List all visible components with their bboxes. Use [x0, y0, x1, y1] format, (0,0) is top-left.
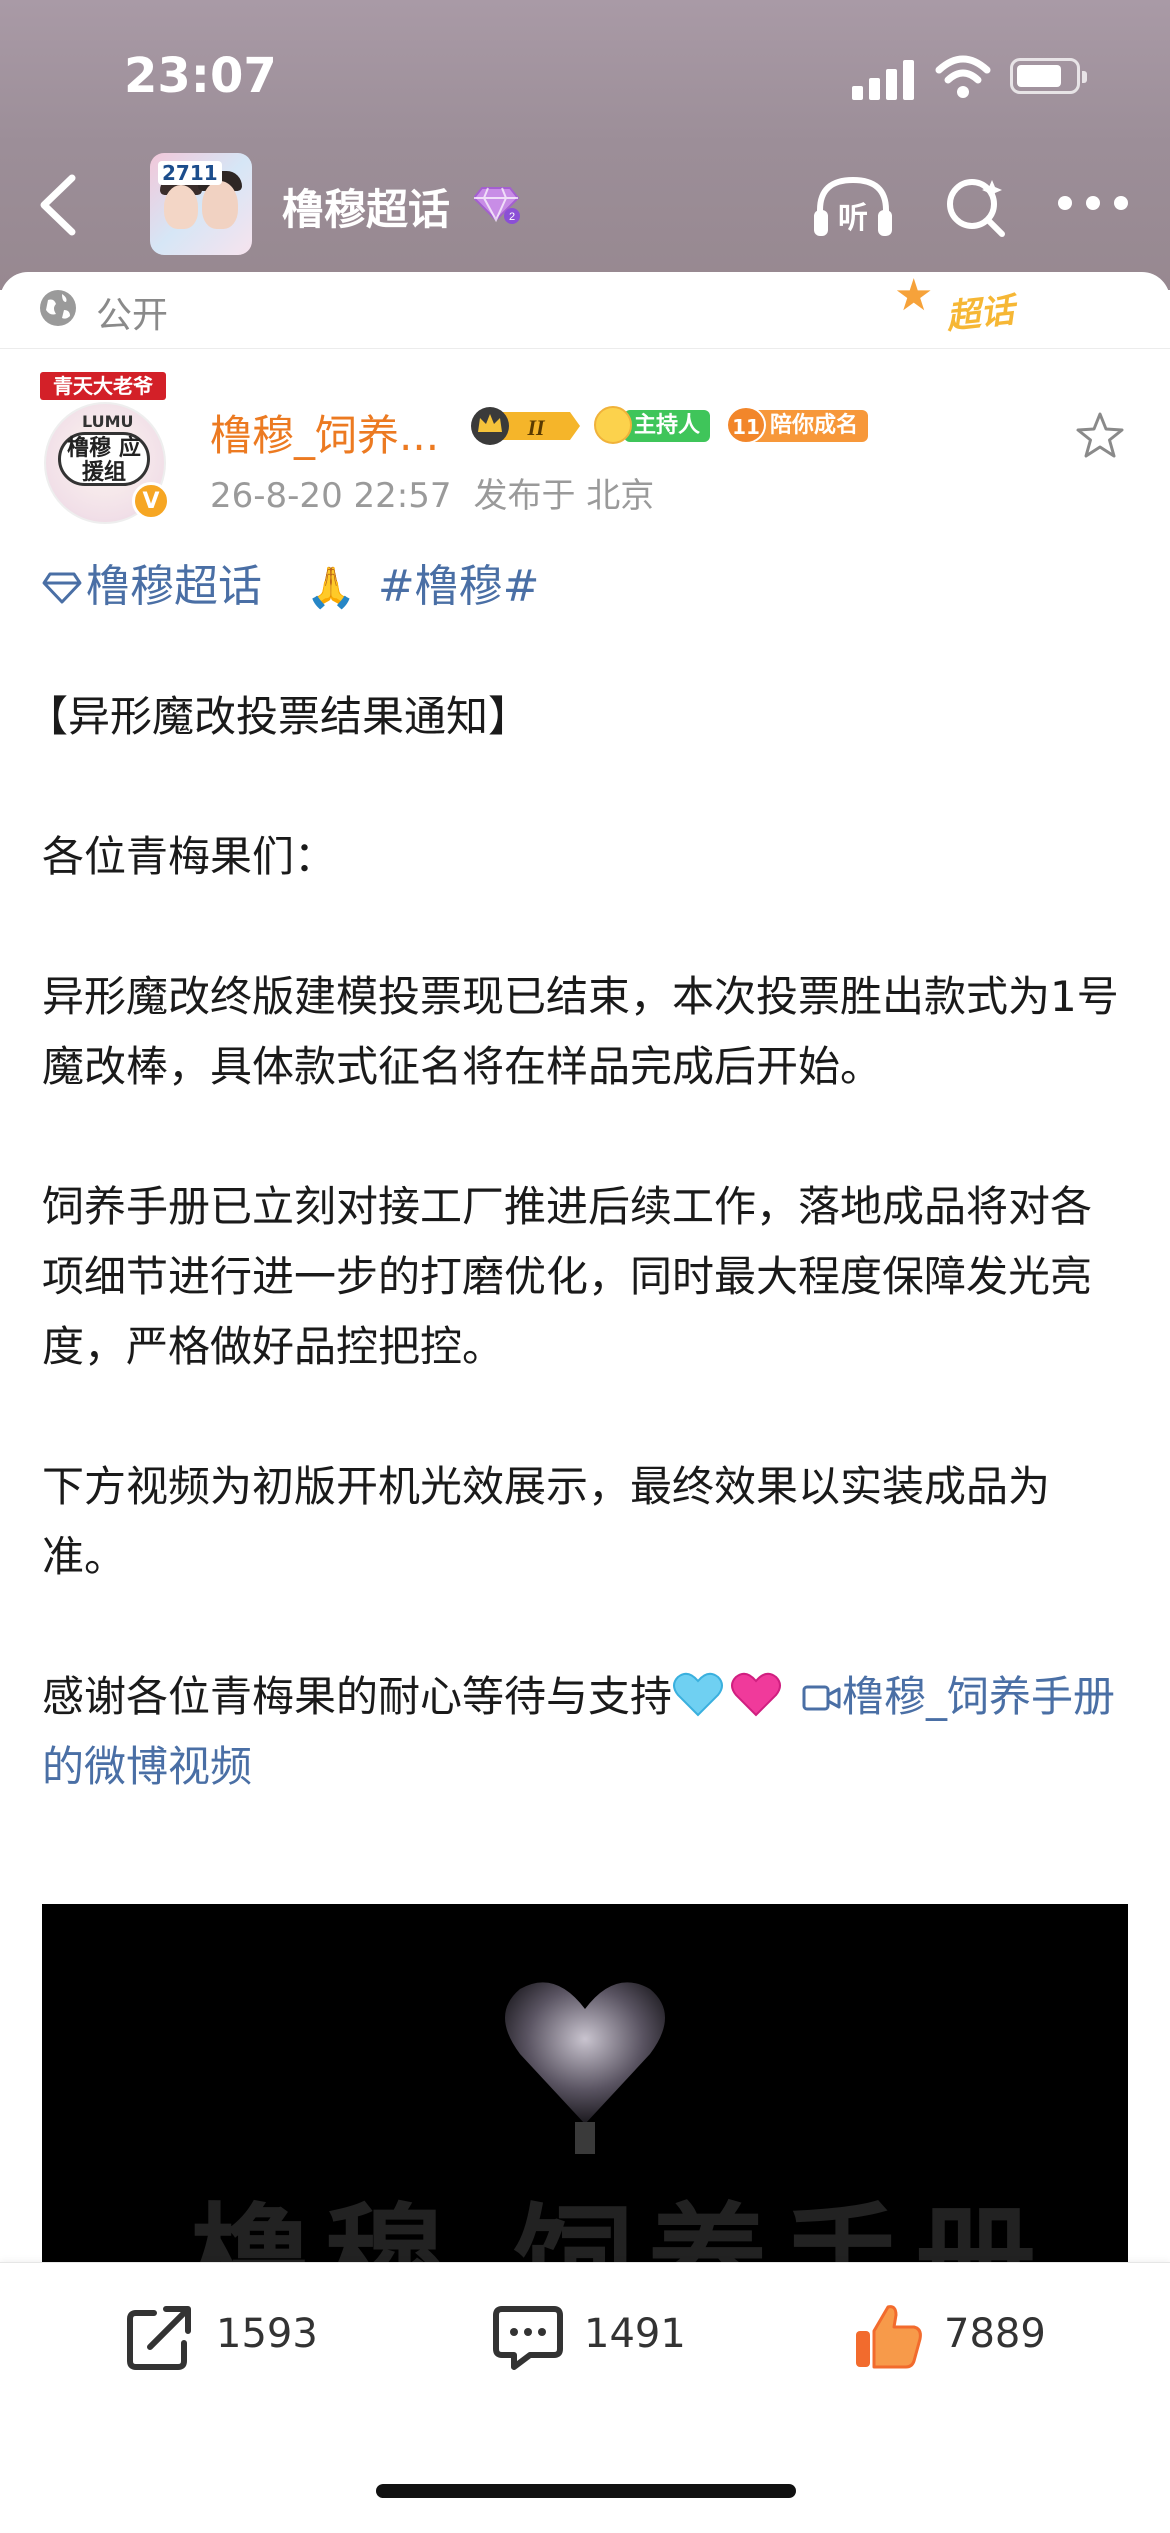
supertopic-link[interactable]: 橹穆超话 [86, 561, 262, 612]
globe-icon [40, 290, 76, 326]
crown-level-badge: II [471, 407, 580, 445]
search-icon[interactable] [942, 174, 1008, 240]
medal-badge: 陪你成名 11 [726, 406, 880, 444]
post-paragraph-3: 下方视频为初版开机光效展示，最终效果以实装成品为准。 [42, 1462, 1051, 1581]
listen-icon[interactable]: 听 [810, 172, 896, 242]
verified-badge: V [132, 482, 170, 520]
video-link-icon [802, 1685, 841, 1711]
post-title: 【异形魔改投票结果通知】 [26, 692, 531, 741]
post-body: 【异形魔改投票结果通知】 各位青梅果们： 异形魔改终版建模投票现已结束，本次投票… [26, 682, 1132, 1802]
status-time: 23:07 [124, 48, 277, 104]
home-indicator[interactable] [376, 2484, 796, 2498]
gem-level-icon: 2 [474, 187, 520, 224]
cellular-signal-icon [852, 58, 914, 100]
host-badge-label: 主持人 [624, 410, 711, 442]
author-avatar[interactable]: 青天大老爷 LUMU 橹穆 应援组 V [40, 372, 170, 524]
status-bar: 23:07 [0, 0, 1170, 150]
back-icon[interactable] [30, 170, 90, 240]
comment-count: 1491 [584, 2311, 686, 2357]
svg-text:2: 2 [509, 211, 515, 223]
praying-hands-emoji: 🙏 [306, 565, 356, 611]
avatar-sign: 橹穆 应援组 [58, 432, 150, 486]
wifi-icon [935, 55, 991, 98]
comment-icon [493, 2306, 563, 2370]
supertopic-title[interactable]: 橹穆超话 [282, 176, 450, 237]
post-sheet: 公开 ★ 超话 青天大老爷 LUMU 橹穆 应援组 V 橹穆_饲养... II … [0, 270, 1170, 2532]
visibility-label: 公开 [96, 295, 169, 336]
author-name[interactable]: 橹穆_饲养... [210, 402, 439, 463]
post-timestamp: 26-8-20 22:57 [210, 476, 452, 516]
post-location: 发布于 北京 [473, 476, 655, 516]
avatar-banner: 青天大老爷 [40, 372, 166, 400]
supertopic-gem-icon [42, 572, 82, 604]
thumbs-up-icon [856, 2305, 922, 2369]
post-meta: 26-8-20 22:57 发布于 北京 [210, 468, 654, 517]
cover-badge: 2711 [158, 161, 222, 185]
blue-heart-icon [673, 1672, 724, 1717]
repost-icon [127, 2306, 191, 2370]
pink-heart-icon [731, 1672, 782, 1717]
repost-count: 1593 [216, 2311, 318, 2357]
top-nav: 2711 橹穆超话 2 听 [0, 150, 1170, 260]
post-paragraph-4: 感谢各位青梅果的耐心等待与支持 橹穆_饲养手册的微博视频 [42, 1662, 1132, 1802]
video-watermark: 橹穆 饲养手册 [190, 2193, 1050, 2264]
post-paragraph-2: 饲养手册已立刻对接工厂推进后续工作，落地成品将对各项细节进行进一步的打磨优化，同… [42, 1182, 1093, 1371]
post-paragraph-4-text: 感谢各位青梅果的耐心等待与支持 [42, 1672, 673, 1721]
star-icon: ★ [894, 270, 934, 321]
medal-level: 11 [726, 406, 766, 444]
lightstick-preview [505, 1982, 665, 2154]
video-player[interactable]: 橹穆 饲养手册 [42, 1904, 1128, 2264]
host-badge: 主持人 [594, 406, 714, 444]
battery-icon [1010, 58, 1087, 94]
supertopic-tag: ★ 超话 [888, 264, 1078, 354]
topic-links: 橹穆超话 🙏 #橹穆# [42, 550, 540, 614]
svg-text:听: 听 [838, 201, 868, 236]
visibility-row: 公开 ★ 超话 [0, 270, 1170, 349]
like-count: 7889 [944, 2311, 1046, 2357]
hashtag-link[interactable]: #橹穆# [378, 561, 540, 612]
favorite-star-icon[interactable] [1074, 410, 1126, 462]
avatar-caption: LUMU [82, 412, 134, 431]
post-paragraph-1: 异形魔改终版建模投票现已结束，本次投票胜出款式为1号魔改棒，具体款式征名将在样品… [42, 972, 1119, 1091]
supertopic-cover[interactable]: 2711 [150, 153, 252, 255]
post-greeting: 各位青梅果们： [42, 832, 337, 881]
supertopic-tag-label: 超话 [944, 290, 1017, 338]
crown-level-text: II [526, 415, 546, 440]
more-icon[interactable] [1058, 196, 1128, 216]
